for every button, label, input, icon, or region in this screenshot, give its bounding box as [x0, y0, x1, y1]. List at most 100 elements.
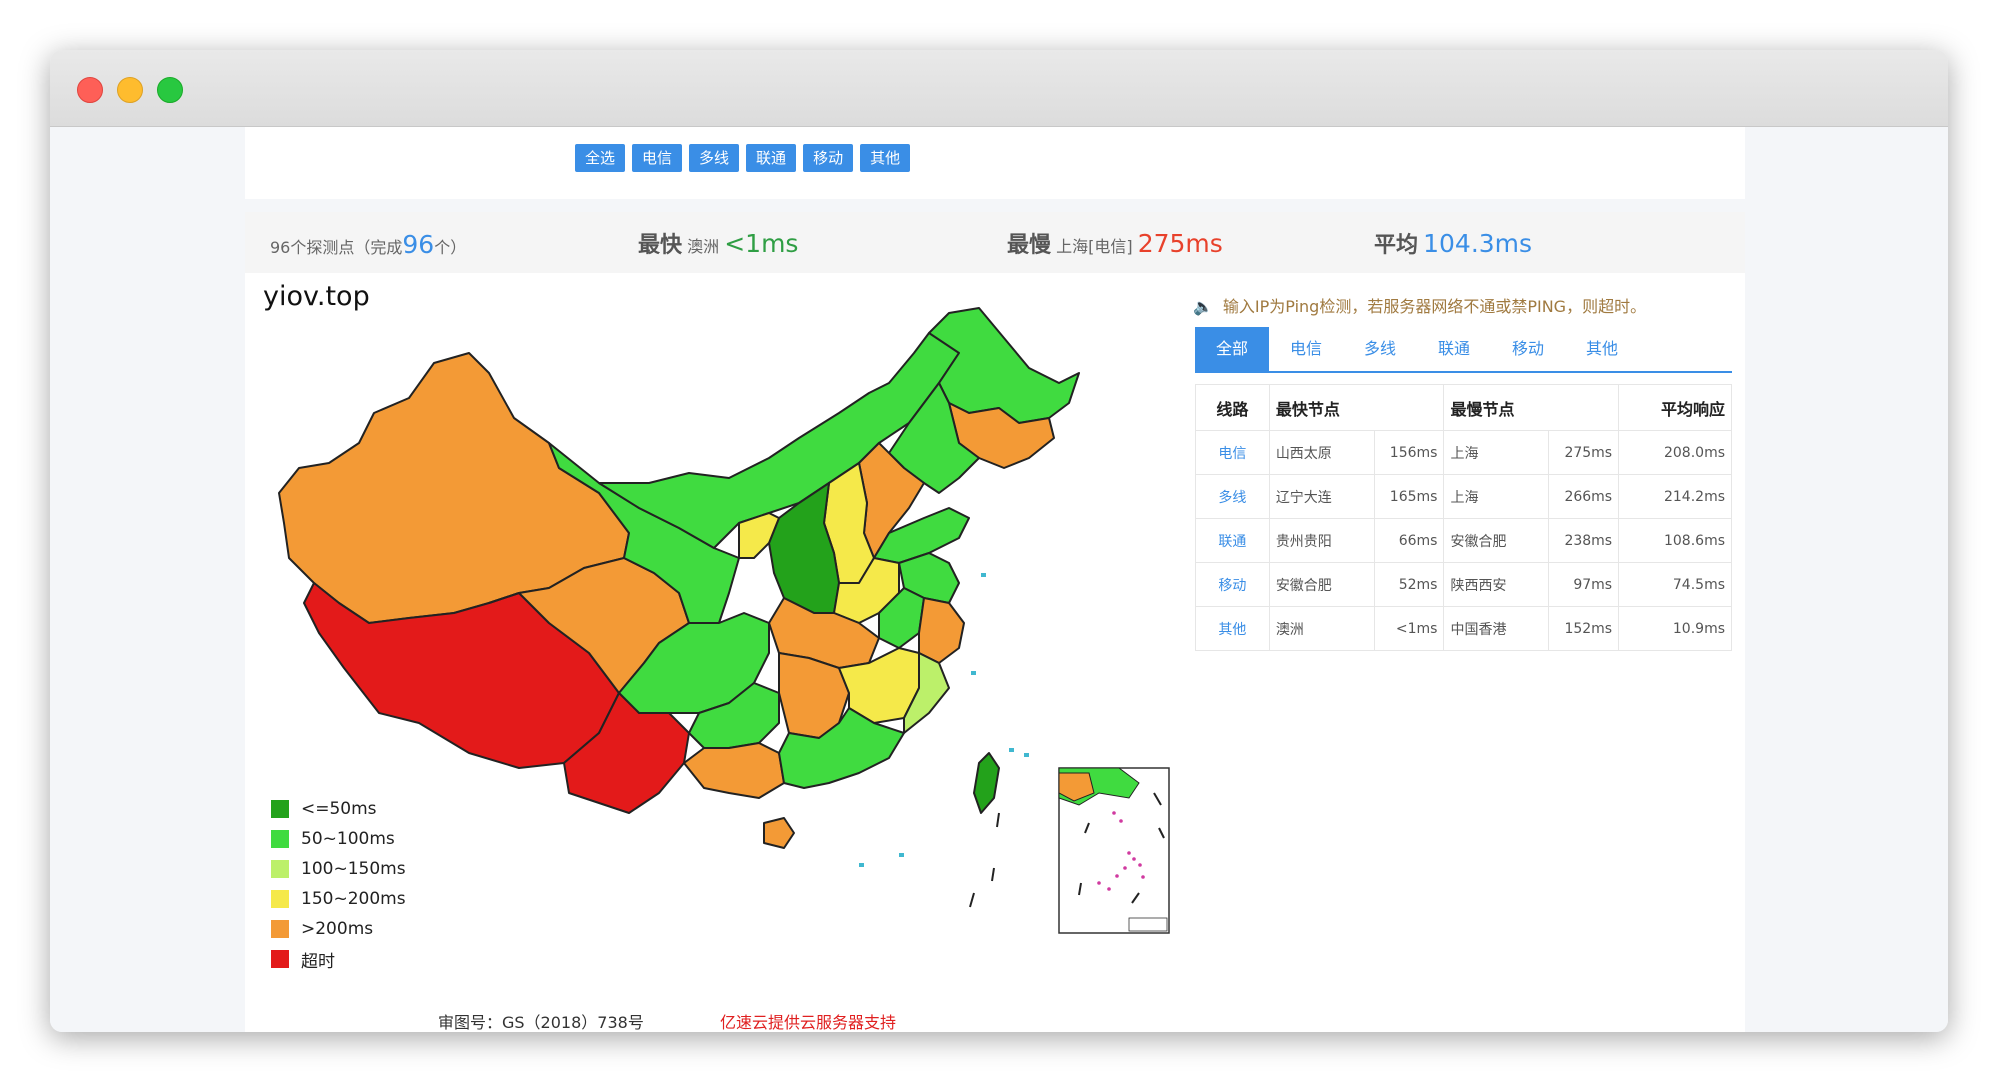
- line-link[interactable]: 移动: [1195, 562, 1270, 607]
- tab-mobile[interactable]: 移动: [1491, 327, 1565, 371]
- slow-node: 安徽合肥: [1443, 518, 1550, 563]
- map-region-hainan[interactable]: [763, 817, 795, 849]
- probe-done: 96: [402, 230, 435, 259]
- legend-label: 100~150ms: [301, 859, 406, 879]
- avg-ms: 74.5ms: [1618, 562, 1732, 607]
- main-panel: yiov.top <=50ms 50~100ms 100~150ms 150~2…: [245, 273, 1745, 1032]
- fastest-stat: 最快 澳洲 <1ms: [638, 227, 798, 259]
- legend-item: 100~150ms: [271, 854, 406, 884]
- fast-ms: 66ms: [1373, 518, 1445, 563]
- map-region-zhejiang[interactable]: [918, 597, 965, 664]
- tab-all[interactable]: 全部: [1195, 327, 1269, 371]
- legend-swatch: [271, 830, 289, 848]
- notice-text: 输入IP为Ping检测，若服务器网络不通或禁PING，则超时。: [1222, 297, 1647, 316]
- slowest-stat: 最慢 上海[电信] 275ms: [1007, 227, 1223, 259]
- map-region-guangxi[interactable]: [683, 742, 785, 799]
- speaker-icon: 🔈: [1193, 297, 1213, 316]
- page-content: 全选 电信 多线 联通 移动 其他 96个探测点（完成96个） 最快 澳洲 <1…: [50, 127, 1948, 1032]
- probe-prefix: 96个探测点（完成: [270, 238, 403, 257]
- filter-telecom-button[interactable]: 电信: [632, 144, 683, 172]
- minimize-button[interactable]: [117, 77, 143, 103]
- filter-mobile-button[interactable]: 移动: [803, 144, 854, 172]
- legend-label: 50~100ms: [301, 829, 395, 849]
- legend-swatch: [271, 950, 289, 968]
- fast-ms: 52ms: [1373, 562, 1445, 607]
- slow-ms: 152ms: [1548, 606, 1620, 651]
- header-average: 平均响应: [1618, 384, 1732, 431]
- filter-buttons: 全选 电信 多线 联通 移动 其他: [575, 144, 911, 172]
- browser-window: 全选 电信 多线 联通 移动 其他 96个探测点（完成96个） 最快 澳洲 <1…: [50, 50, 1948, 1032]
- slow-ms: 238ms: [1548, 518, 1620, 563]
- slow-node: 陕西西安: [1443, 562, 1550, 607]
- legend-item: 超时: [271, 944, 406, 974]
- fast-node: 辽宁大连: [1268, 474, 1375, 519]
- line-link[interactable]: 多线: [1195, 474, 1270, 519]
- fast-ms: <1ms: [1373, 606, 1445, 651]
- header-slowest: 最慢节点: [1443, 384, 1620, 431]
- maximize-button[interactable]: [157, 77, 183, 103]
- filter-all-button[interactable]: 全选: [575, 144, 626, 172]
- slow-node: 上海: [1443, 474, 1550, 519]
- header-line: 线路: [1195, 384, 1270, 431]
- table-row: 移动 安徽合肥 52ms 陕西西安 97ms 74.5ms: [1195, 562, 1732, 607]
- legend-item: <=50ms: [271, 794, 406, 824]
- line-link[interactable]: 联通: [1195, 518, 1270, 563]
- fast-ms: 165ms: [1373, 474, 1445, 519]
- filter-unicom-button[interactable]: 联通: [746, 144, 797, 172]
- tab-unicom[interactable]: 联通: [1417, 327, 1491, 371]
- table-row: 电信 山西太原 156ms 上海 275ms 208.0ms: [1195, 430, 1732, 475]
- slow-ms: 266ms: [1548, 474, 1620, 519]
- fast-ms: 156ms: [1373, 430, 1445, 475]
- table-row: 多线 辽宁大连 165ms 上海 266ms 214.2ms: [1195, 474, 1732, 519]
- avg-ms: 214.2ms: [1618, 474, 1732, 519]
- map-approval-number: 审图号：GS（2018）738号: [438, 1013, 644, 1032]
- tab-telecom[interactable]: 电信: [1269, 327, 1343, 371]
- table-header-row: 线路 最快节点 最慢节点 平均响应: [1195, 384, 1732, 431]
- fastest-label: 最快: [638, 233, 683, 258]
- close-button[interactable]: [77, 77, 103, 103]
- slowest-label: 最慢: [1007, 233, 1052, 258]
- tab-other[interactable]: 其他: [1565, 327, 1639, 371]
- line-link[interactable]: 电信: [1195, 430, 1270, 475]
- slow-node: 上海: [1443, 430, 1550, 475]
- fast-node: 贵州贵阳: [1268, 518, 1375, 563]
- ping-notice: 🔈 输入IP为Ping检测，若服务器网络不通或禁PING，则超时。: [1193, 293, 1646, 317]
- slow-node: 中国香港: [1443, 606, 1550, 651]
- table-row: 联通 贵州贵阳 66ms 安徽合肥 238ms 108.6ms: [1195, 518, 1732, 563]
- slowest-value: 275ms: [1137, 229, 1223, 258]
- results-table: 线路 最快节点 最慢节点 平均响应 电信 山西太原 156ms 上海 275ms…: [1195, 384, 1732, 651]
- line-link[interactable]: 其他: [1195, 606, 1270, 651]
- south-sea-inset: [1058, 767, 1170, 934]
- probe-suffix: 个）: [434, 238, 467, 257]
- map-legend: <=50ms 50~100ms 100~150ms 150~200ms >200…: [271, 794, 406, 974]
- average-label: 平均: [1374, 233, 1419, 258]
- tab-multiline[interactable]: 多线: [1343, 327, 1417, 371]
- legend-swatch: [271, 860, 289, 878]
- sponsor-link[interactable]: 亿速云提供云服务器支持: [720, 1009, 896, 1032]
- filter-other-button[interactable]: 其他: [860, 144, 911, 172]
- legend-swatch: [271, 920, 289, 938]
- legend-label: 150~200ms: [301, 889, 406, 909]
- fast-node: 安徽合肥: [1268, 562, 1375, 607]
- average-stat: 平均 104.3ms: [1374, 227, 1532, 259]
- average-value: 104.3ms: [1423, 229, 1533, 258]
- fastest-value: <1ms: [724, 229, 799, 258]
- map-region-taiwan[interactable]: [973, 752, 1000, 814]
- avg-ms: 108.6ms: [1618, 518, 1732, 563]
- table-row: 其他 澳洲 <1ms 中国香港 152ms 10.9ms: [1195, 606, 1732, 651]
- stats-bar: 96个探测点（完成96个） 最快 澳洲 <1ms 最慢 上海[电信] 275ms…: [245, 212, 1745, 274]
- filter-card: 全选 电信 多线 联通 移动 其他: [245, 127, 1745, 199]
- legend-swatch: [271, 890, 289, 908]
- legend-swatch: [271, 800, 289, 818]
- legend-item: 150~200ms: [271, 884, 406, 914]
- slowest-node: 上海[电信]: [1056, 237, 1133, 256]
- legend-label: >200ms: [301, 919, 374, 939]
- fast-node: 山西太原: [1268, 430, 1375, 475]
- fast-node: 澳洲: [1268, 606, 1375, 651]
- line-tabs: 全部 电信 多线 联通 移动 其他: [1195, 327, 1732, 373]
- legend-label: 超时: [301, 951, 335, 972]
- avg-ms: 10.9ms: [1618, 606, 1732, 651]
- legend-item: 50~100ms: [271, 824, 406, 854]
- filter-multiline-button[interactable]: 多线: [689, 144, 740, 172]
- probe-count: 96个探测点（完成96个）: [270, 230, 466, 259]
